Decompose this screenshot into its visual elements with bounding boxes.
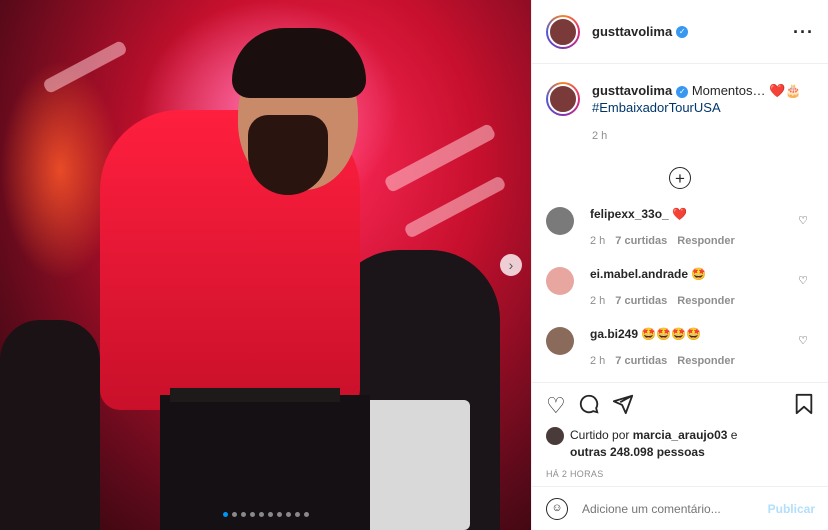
carousel-dot (267, 512, 273, 517)
likes-summary: Curtido por marcia_araujo03 e outras 248… (546, 427, 814, 461)
posted-time[interactable]: HÁ 2 HORAS (546, 469, 814, 479)
carousel-dot (303, 512, 309, 517)
comment-likes[interactable]: 7 curtidas (615, 355, 667, 367)
verified-badge-icon: ✓ (676, 85, 689, 98)
comment-username[interactable]: ga.bi249 (590, 327, 638, 341)
singer-belt (170, 388, 340, 402)
caption-time: 2 h (592, 130, 608, 142)
carousel-dot (240, 512, 246, 517)
comment-avatar[interactable] (546, 267, 574, 295)
comment-text: 🤩 (691, 267, 707, 281)
likes-others[interactable]: outras 248.098 pessoas (570, 445, 705, 459)
caption-emoji: ❤️🎂 (769, 83, 802, 98)
stage-light-stripe (403, 174, 507, 240)
chevron-right-icon[interactable]: › (500, 254, 522, 276)
liker-username[interactable]: marcia_araujo03 (633, 428, 728, 442)
liker-avatar[interactable] (546, 427, 564, 445)
likes-middle: e (727, 428, 738, 442)
comment-reply-button[interactable]: Responder (677, 355, 734, 367)
comment-time: 2 h (590, 295, 606, 307)
caption-hashtag[interactable]: #EmbaixadorTourUSA (592, 100, 721, 115)
comment-reply-button[interactable]: Responder (677, 235, 734, 247)
comment-likes[interactable]: 7 curtidas (615, 295, 667, 307)
comment-reply-button[interactable]: Responder (677, 295, 734, 307)
comment-time: 2 h (590, 355, 606, 367)
singer-pants (160, 395, 370, 530)
author-avatar[interactable] (546, 14, 580, 49)
post-photo[interactable]: › (0, 0, 531, 530)
comment-input[interactable] (582, 501, 768, 516)
comment-avatar[interactable] (546, 207, 574, 235)
heart-icon[interactable]: ♡ (798, 274, 808, 287)
comment-item: ei.mabel.andrade 🤩 2 h 7 curtidas Respon… (546, 267, 814, 307)
likes-prefix: Curtido por (570, 428, 633, 442)
comment-text: 🤩🤩🤩🤩 (641, 327, 702, 341)
author-username[interactable]: gusttavolima (592, 24, 672, 39)
caption: gusttavolima ✓ Momentos… ❤️🎂 #EmbaixadorT… (546, 82, 814, 145)
comment-icon[interactable] (578, 393, 600, 419)
add-comment-bar: ☺ Publicar (532, 486, 828, 530)
post-actions: ♡ Curtido por marcia_araujo03 e outras 2… (532, 382, 828, 482)
comment-time: 2 h (590, 235, 606, 247)
carousel-dot (285, 512, 291, 517)
carousel-dots (0, 512, 531, 517)
heart-icon[interactable]: ♡ (798, 334, 808, 347)
plus-circle-icon[interactable]: + (669, 167, 691, 189)
emoji-icon[interactable]: ☺ (546, 497, 568, 520)
carousel-dot (258, 512, 264, 517)
comment-item: ga.bi249 🤩🤩🤩🤩 2 h 7 curtidas Responder ♡ (546, 327, 814, 367)
comment-username[interactable]: felipexx_33o_ (590, 207, 669, 221)
post-header: gusttavolima ✓ ··· (532, 0, 828, 64)
share-icon[interactable] (612, 393, 634, 419)
publish-button[interactable]: Publicar (768, 502, 815, 516)
post-side-panel: gusttavolima ✓ ··· gusttavolima ✓ Momento… (531, 0, 828, 530)
stage-light-stripe (383, 122, 497, 194)
more-icon[interactable]: ··· (793, 23, 814, 41)
author-avatar[interactable] (546, 82, 580, 116)
musician-left (0, 320, 100, 530)
comment-item: felipexx_33o_ ❤️ 2 h 7 curtidas Responde… (546, 207, 814, 247)
heart-icon[interactable]: ♡ (546, 395, 566, 417)
carousel-dot (294, 512, 300, 517)
carousel-dot (276, 512, 282, 517)
heart-icon[interactable]: ♡ (798, 214, 808, 227)
singer-beard (248, 115, 328, 195)
comment-username[interactable]: ei.mabel.andrade (590, 267, 688, 281)
comment-likes[interactable]: 7 curtidas (615, 235, 667, 247)
comments-section: gusttavolima ✓ Momentos… ❤️🎂 #EmbaixadorT… (532, 64, 828, 382)
carousel-dot (249, 512, 255, 517)
bookmark-icon[interactable] (794, 393, 814, 419)
carousel-dot (231, 512, 237, 517)
caption-text: Momentos… (691, 83, 770, 98)
carousel-dot (222, 512, 228, 517)
caption-username[interactable]: gusttavolima (592, 83, 672, 98)
singer-hair (232, 28, 366, 98)
verified-badge-icon: ✓ (676, 25, 689, 38)
comment-avatar[interactable] (546, 327, 574, 355)
comment-text: ❤️ (672, 207, 688, 221)
